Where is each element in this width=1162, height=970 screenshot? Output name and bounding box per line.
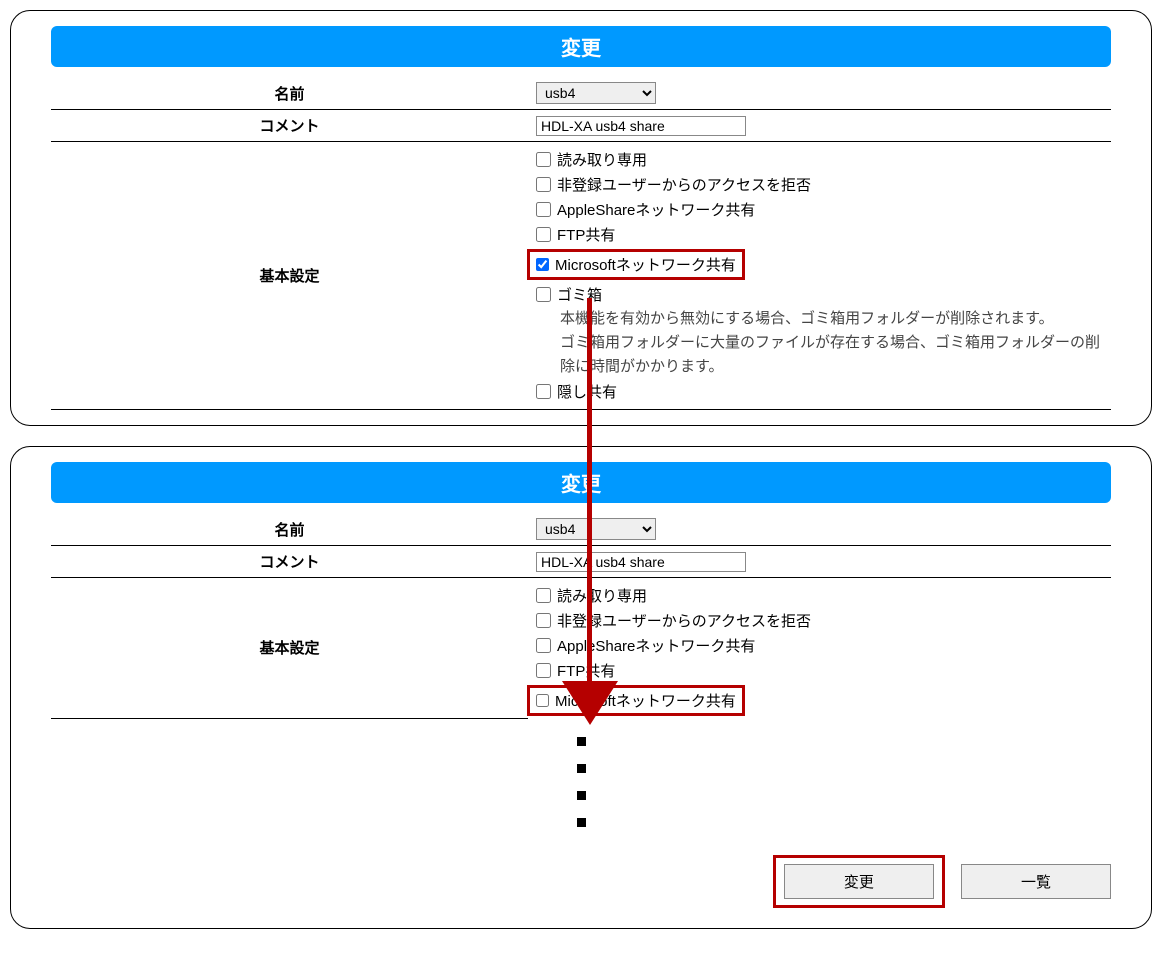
highlight-change-button: 変更 xyxy=(773,855,945,908)
label-readonly: 読み取り専用 xyxy=(557,149,647,170)
label-name: 名前 xyxy=(51,77,528,110)
label-appleshare: AppleShareネットワーク共有 xyxy=(557,635,755,656)
form-table: 名前 usb4 コメント 基本設定 読み取り専用 非登 xyxy=(51,77,1111,410)
label-comment: コメント xyxy=(51,110,528,142)
comment-input[interactable] xyxy=(536,116,746,136)
label-basic-settings: 基本設定 xyxy=(51,142,528,410)
label-deny-unregistered: 非登録ユーザーからのアクセスを拒否 xyxy=(557,174,811,195)
label-ftp: FTP共有 xyxy=(557,660,615,681)
checkbox-hidden[interactable] xyxy=(536,384,551,399)
panel-title: 変更 xyxy=(51,462,1111,503)
panel-title: 変更 xyxy=(51,26,1111,67)
checkbox-readonly[interactable] xyxy=(536,588,551,603)
checkbox-deny-unregistered[interactable] xyxy=(536,177,551,192)
label-msnet: Microsoftネットワーク共有 xyxy=(555,690,736,711)
ellipsis-dots xyxy=(51,737,1111,827)
checkbox-readonly[interactable] xyxy=(536,152,551,167)
checkbox-appleshare[interactable] xyxy=(536,638,551,653)
label-msnet: Microsoftネットワーク共有 xyxy=(555,254,736,275)
panel-change-after: 変更 名前 usb4 コメント 基本設定 読み取り専用 xyxy=(10,446,1152,929)
panel-change-before: 変更 名前 usb4 コメント 基本設定 読み取り専用 xyxy=(10,10,1152,426)
label-readonly: 読み取り専用 xyxy=(557,585,647,606)
label-basic-settings: 基本設定 xyxy=(51,578,528,719)
highlight-msnet-checked: Microsoftネットワーク共有 xyxy=(527,249,745,280)
checkbox-appleshare[interactable] xyxy=(536,202,551,217)
button-row: 変更 一覧 xyxy=(51,845,1111,908)
label-comment: コメント xyxy=(51,546,528,578)
label-name: 名前 xyxy=(51,513,528,546)
form-table: 名前 usb4 コメント 基本設定 読み取り専用 非登 xyxy=(51,513,1111,719)
checkbox-ftp[interactable] xyxy=(536,663,551,678)
trash-note: 本機能を有効から無効にする場合、ゴミ箱用フォルダーが削除されます。 ゴミ箱用フォ… xyxy=(536,307,1103,379)
change-button[interactable]: 変更 xyxy=(784,864,934,899)
label-deny-unregistered: 非登録ユーザーからのアクセスを拒否 xyxy=(557,610,811,631)
checkbox-deny-unregistered[interactable] xyxy=(536,613,551,628)
label-ftp: FTP共有 xyxy=(557,224,615,245)
checkbox-msnet[interactable] xyxy=(536,694,549,707)
name-select[interactable]: usb4 xyxy=(536,82,656,104)
label-hidden: 隠し共有 xyxy=(557,381,617,402)
label-appleshare: AppleShareネットワーク共有 xyxy=(557,199,755,220)
label-trash: ゴミ箱 xyxy=(557,284,602,305)
checkbox-ftp[interactable] xyxy=(536,227,551,242)
name-select[interactable]: usb4 xyxy=(536,518,656,540)
comment-input[interactable] xyxy=(536,552,746,572)
checkbox-msnet[interactable] xyxy=(536,258,549,271)
highlight-msnet-unchecked: Microsoftネットワーク共有 xyxy=(527,685,745,716)
checkbox-trash[interactable] xyxy=(536,287,551,302)
list-button[interactable]: 一覧 xyxy=(961,864,1111,899)
